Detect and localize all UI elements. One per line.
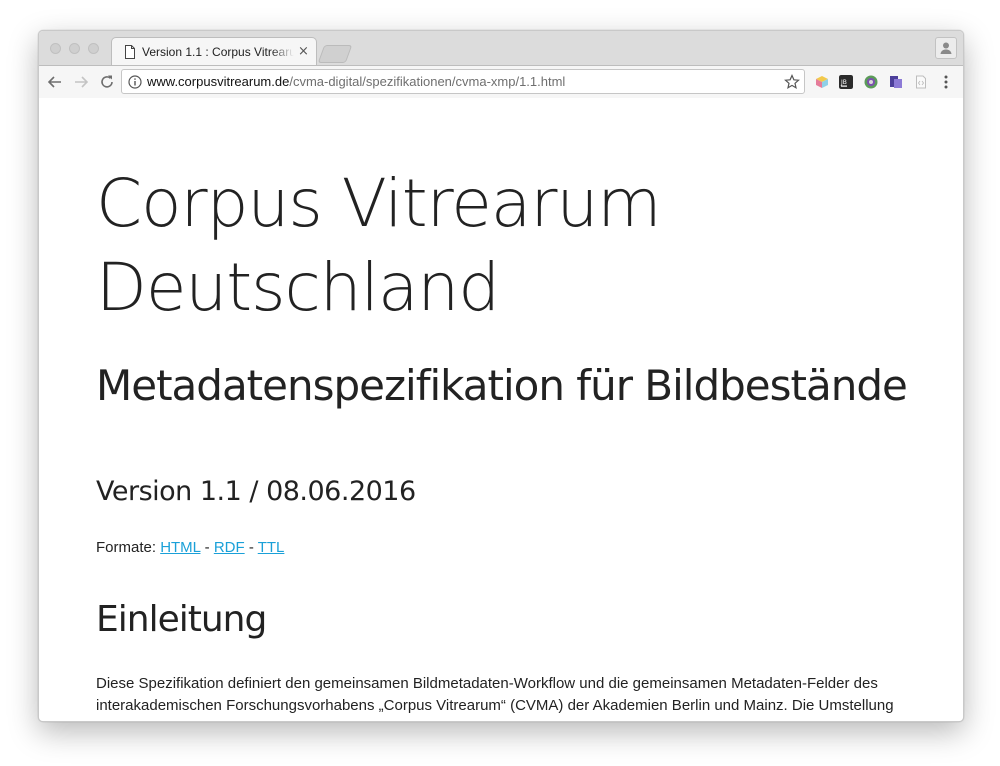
address-bar[interactable]: www.corpusvitrearum.de/cvma-digital/spez… <box>121 69 805 94</box>
intro-paragraph: Diese Spezifikation definiert den gemein… <box>96 675 894 714</box>
page-subtitle: Metadatenspezifikation für Bildbestände <box>96 361 908 410</box>
page-title: Corpus Vitrearum Deutschland <box>96 165 662 326</box>
formats-line: Formate: HTML - RDF - TTL <box>96 538 284 558</box>
forward-arrow-icon[interactable] <box>71 72 91 92</box>
window-zoom-button[interactable] <box>88 43 99 54</box>
info-icon[interactable] <box>128 75 142 89</box>
window-close-button[interactable] <box>50 43 61 54</box>
jb-extension-icon[interactable]: JB <box>839 75 853 89</box>
format-link-rdf[interactable]: RDF <box>214 539 245 556</box>
tab-title: Version 1.1 : Corpus Vitrearum <box>142 45 294 59</box>
url-text: www.corpusvitrearum.de/cvma-digital/spez… <box>147 74 565 90</box>
cube-extension-icon[interactable] <box>815 75 829 89</box>
format-link-ttl[interactable]: TTL <box>258 539 285 556</box>
url-host: www.corpusvitrearum.de <box>147 74 290 89</box>
back-arrow-icon[interactable] <box>45 72 65 92</box>
page-content: Corpus Vitrearum Deutschland Metadatensp… <box>39 98 963 721</box>
profile-button[interactable] <box>935 37 957 59</box>
circle-extension-icon[interactable] <box>864 75 878 89</box>
tab-strip: Version 1.1 : Corpus Vitrearum × <box>39 31 963 66</box>
window-minimize-button[interactable] <box>69 43 80 54</box>
format-link-html[interactable]: HTML <box>160 539 200 556</box>
browser-window: Version 1.1 : Corpus Vitrearum × www.cor… <box>38 30 964 722</box>
formats-label: Formate: <box>96 539 157 556</box>
version-line: Version 1.1 / 08.06.2016 <box>96 476 416 507</box>
format-separator: - <box>248 539 254 556</box>
document-icon <box>125 45 135 59</box>
code-extension-icon[interactable] <box>914 75 928 89</box>
person-icon <box>940 42 952 54</box>
browser-toolbar: www.corpusvitrearum.de/cvma-digital/spez… <box>39 66 963 99</box>
tab-close-icon[interactable]: × <box>298 44 309 60</box>
more-menu-icon[interactable] <box>943 74 949 90</box>
purple-extension-icon[interactable] <box>889 75 903 89</box>
svg-text:JB: JB <box>840 79 847 86</box>
format-separator: - <box>204 539 210 556</box>
new-tab-button[interactable] <box>317 45 353 63</box>
reload-icon[interactable] <box>97 72 117 92</box>
section-heading: Einleitung <box>96 599 267 640</box>
bookmark-star-icon[interactable] <box>784 74 800 90</box>
url-path: /cvma-digital/spezifikationen/cvma-xmp/1… <box>289 74 566 89</box>
browser-tab-active[interactable]: Version 1.1 : Corpus Vitrearum × <box>111 37 317 65</box>
